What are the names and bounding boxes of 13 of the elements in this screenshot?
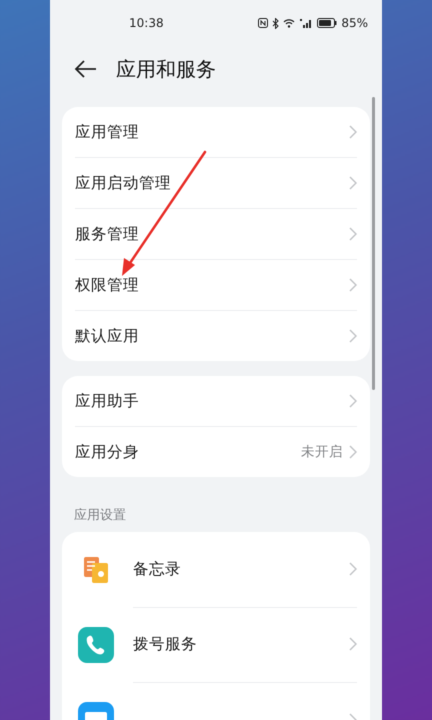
settings-item[interactable]: 应用助手 bbox=[75, 376, 357, 427]
page-title: 应用和服务 bbox=[116, 56, 216, 82]
app-name[interactable]: 备忘录 bbox=[133, 558, 349, 580]
settings-item[interactable]: 应用启动管理 bbox=[75, 158, 357, 209]
settings-item[interactable]: 应用分身 未开启 bbox=[75, 427, 357, 477]
app-name[interactable]: 拨号服务 bbox=[133, 634, 349, 654]
status-value: 未开启 bbox=[301, 443, 343, 461]
settings-item[interactable]: 应用管理 bbox=[75, 107, 357, 158]
section-title: 应用设置 bbox=[73, 507, 127, 525]
status-time: 10:38 bbox=[129, 16, 165, 30]
settings-item[interactable]: 默认应用 bbox=[75, 311, 357, 361]
settings-item[interactable]: 服务管理 bbox=[75, 209, 357, 260]
battery-percent: 85% bbox=[341, 16, 368, 30]
